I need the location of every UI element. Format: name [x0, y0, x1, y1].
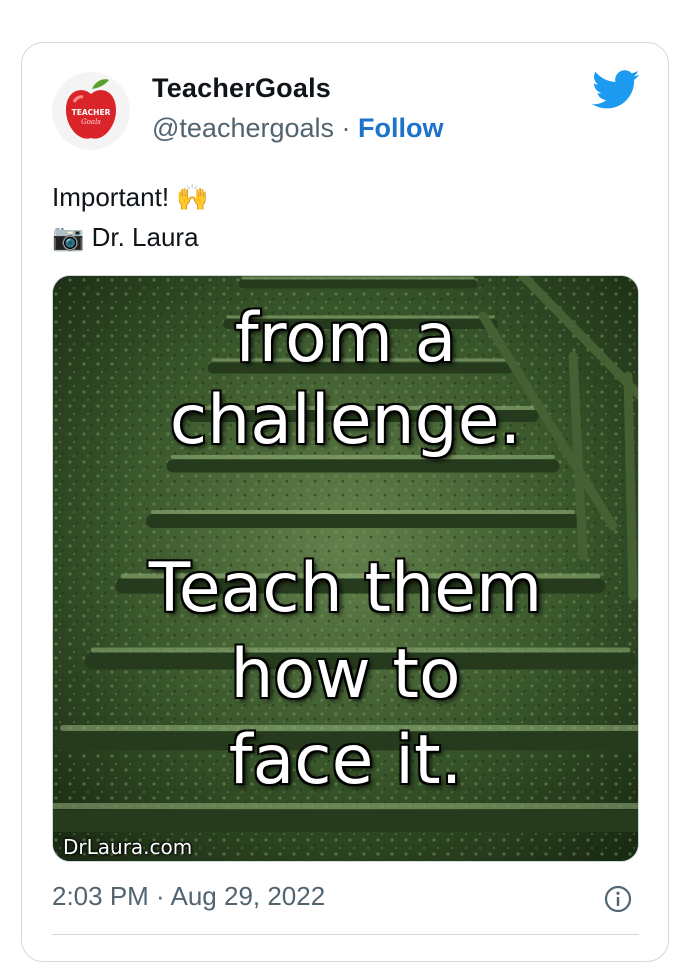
author-handle-row: @teachergoals · Follow [152, 113, 444, 144]
info-icon[interactable] [603, 884, 633, 914]
quote-line-2: challenge. [169, 381, 522, 460]
quote-line-3: Teach them [148, 549, 543, 628]
tweet-text: Important! 🙌 📷 Dr. Laura [52, 177, 209, 257]
camera-icon: 📷 [52, 222, 85, 252]
tweet-image[interactable]: from a challenge. Teach them how to face… [52, 275, 639, 862]
quote-line-1: from a [234, 299, 457, 378]
apple-logo-icon: TEACHER Goals [52, 72, 130, 150]
svg-text:Goals: Goals [81, 118, 101, 126]
quote-line-5: face it. [228, 721, 463, 800]
quote-line-4: how to [230, 635, 461, 714]
avatar[interactable]: TEACHER Goals [52, 72, 130, 150]
tweet-timestamp[interactable]: 2:03 PM · Aug 29, 2022 [52, 881, 325, 912]
image-watermark: DrLaura.com [63, 835, 193, 859]
author-handle[interactable]: @teachergoals [152, 113, 334, 143]
follow-button[interactable]: Follow [358, 113, 443, 143]
twitter-bird-icon[interactable] [592, 70, 640, 110]
author-display-name[interactable]: TeacherGoals [152, 73, 331, 104]
tweet-text-line-1: Important! 🙌 [52, 182, 209, 212]
photo-credit: Dr. Laura [91, 222, 199, 252]
divider [52, 934, 639, 935]
tweet-text-line-2: 📷 Dr. Laura [52, 217, 209, 257]
svg-text:TEACHER: TEACHER [72, 108, 111, 117]
handle-separator: · [341, 113, 351, 143]
